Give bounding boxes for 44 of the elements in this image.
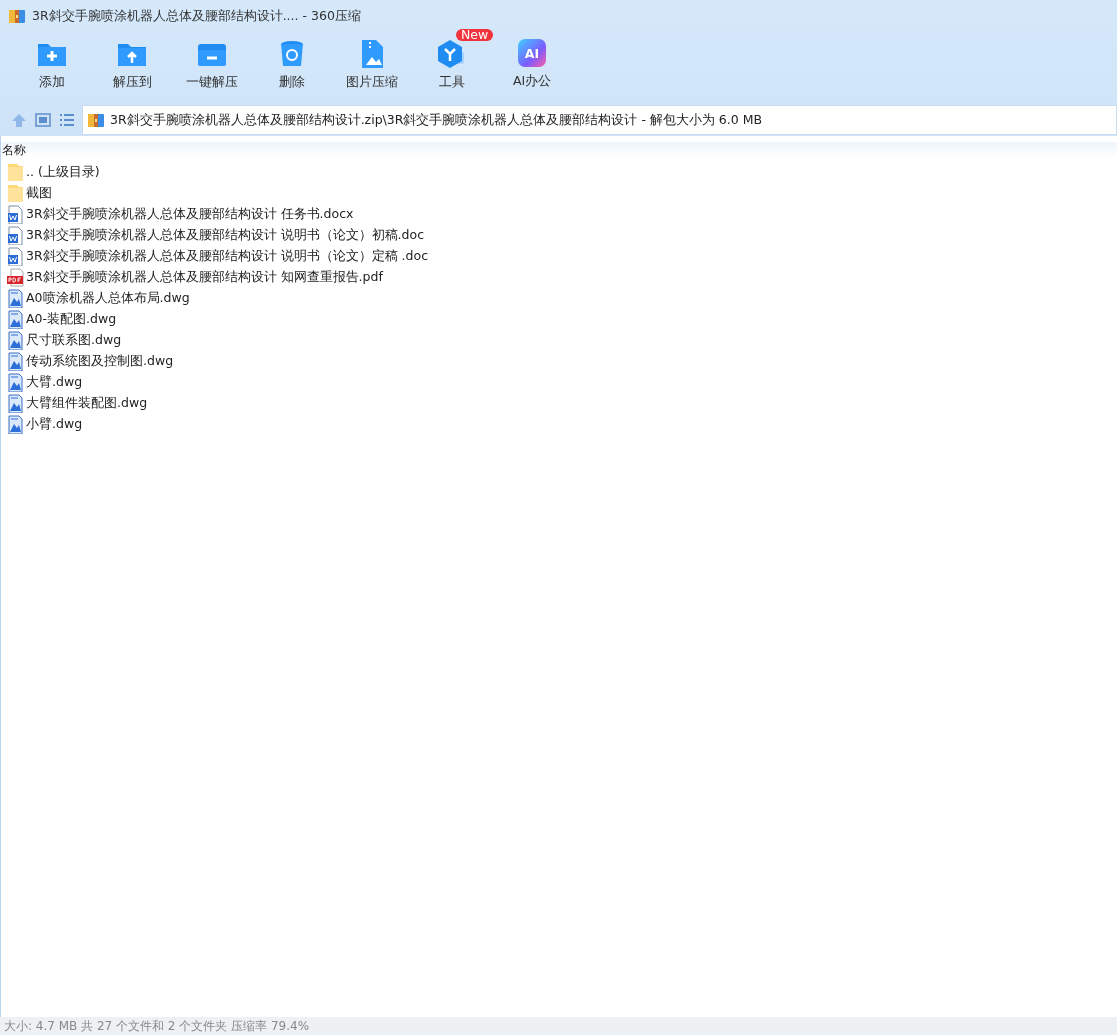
drawing-file-icon [6, 373, 24, 392]
file-name[interactable]: 3R斜交手腕喷涂机器人总体及腰部结构设计 说明书（论文）初稿.doc [26, 227, 425, 244]
view-icon[interactable] [34, 111, 52, 129]
new-badge: New [456, 29, 494, 41]
archive-icon [8, 7, 26, 25]
file-name[interactable]: 传动系统图及控制图.dwg [26, 353, 174, 370]
image-button[interactable]: 图片压缩 [332, 32, 412, 104]
extract-button[interactable]: 解压到 [92, 32, 172, 104]
file-name[interactable]: A0-装配图.dwg [26, 311, 117, 328]
file-name[interactable]: 3R斜交手腕喷涂机器人总体及腰部结构设计 知网查重报告.pdf [26, 269, 383, 286]
file-name[interactable]: 大臂.dwg [26, 374, 83, 391]
column-header[interactable]: 名称 [1, 142, 1117, 158]
drawing-file-icon [6, 394, 24, 413]
drawing-file-icon [6, 289, 24, 308]
status-bar: 大小: 4.7 MB 共 27 个文件和 2 个文件夹 压缩率 79.4% [0, 1017, 1117, 1035]
file-name[interactable]: 截图 [26, 185, 52, 202]
drawing-file-icon [6, 415, 24, 434]
file-name[interactable]: A0喷涂机器人总体布局.dwg [26, 290, 190, 307]
add-button[interactable]: 添加 [12, 32, 92, 104]
file-name[interactable]: 3R斜交手腕喷涂机器人总体及腰部结构设计 任务书.docx [26, 206, 354, 223]
list-view-icon[interactable] [58, 111, 76, 129]
file-name[interactable]: 小臂.dwg [26, 416, 83, 433]
word-document-icon [6, 226, 24, 245]
window-title: 3R斜交手腕喷涂机器人总体及腰部结构设计.... - 360压缩 [32, 7, 361, 25]
address-bar[interactable]: 3R斜交手腕喷涂机器人总体及腰部结构设计.zip\3R斜交手腕喷涂机器人总体及腰部结构设计 - 解包大小为 6.0 MB [82, 105, 1117, 135]
up-arrow-icon[interactable] [10, 111, 28, 129]
drawing-file-icon [6, 352, 24, 371]
delete-button[interactable]: 删除 [252, 32, 332, 104]
file-name[interactable]: 尺寸联系图.dwg [26, 332, 122, 349]
ai-button[interactable]: AI AI办公 [492, 32, 572, 104]
drawing-file-icon [6, 331, 24, 350]
folder-icon [6, 163, 24, 182]
folder-icon [6, 184, 24, 203]
file-name[interactable]: .. (上级目录) [26, 164, 100, 181]
drawing-file-icon [6, 310, 24, 329]
ai-icon: AI [518, 39, 546, 67]
tools-button[interactable]: New 工具 [412, 32, 492, 104]
word-document-icon [6, 205, 24, 224]
file-name[interactable]: 大臂组件装配图.dwg [26, 395, 148, 412]
oneclick-button[interactable]: 一键解压 [172, 32, 252, 104]
word-document-icon [6, 247, 24, 266]
pdf-file-icon [6, 268, 24, 287]
archive-icon [87, 111, 105, 129]
file-name[interactable]: 3R斜交手腕喷涂机器人总体及腰部结构设计 说明书（论文）定稿 .doc [26, 248, 428, 265]
